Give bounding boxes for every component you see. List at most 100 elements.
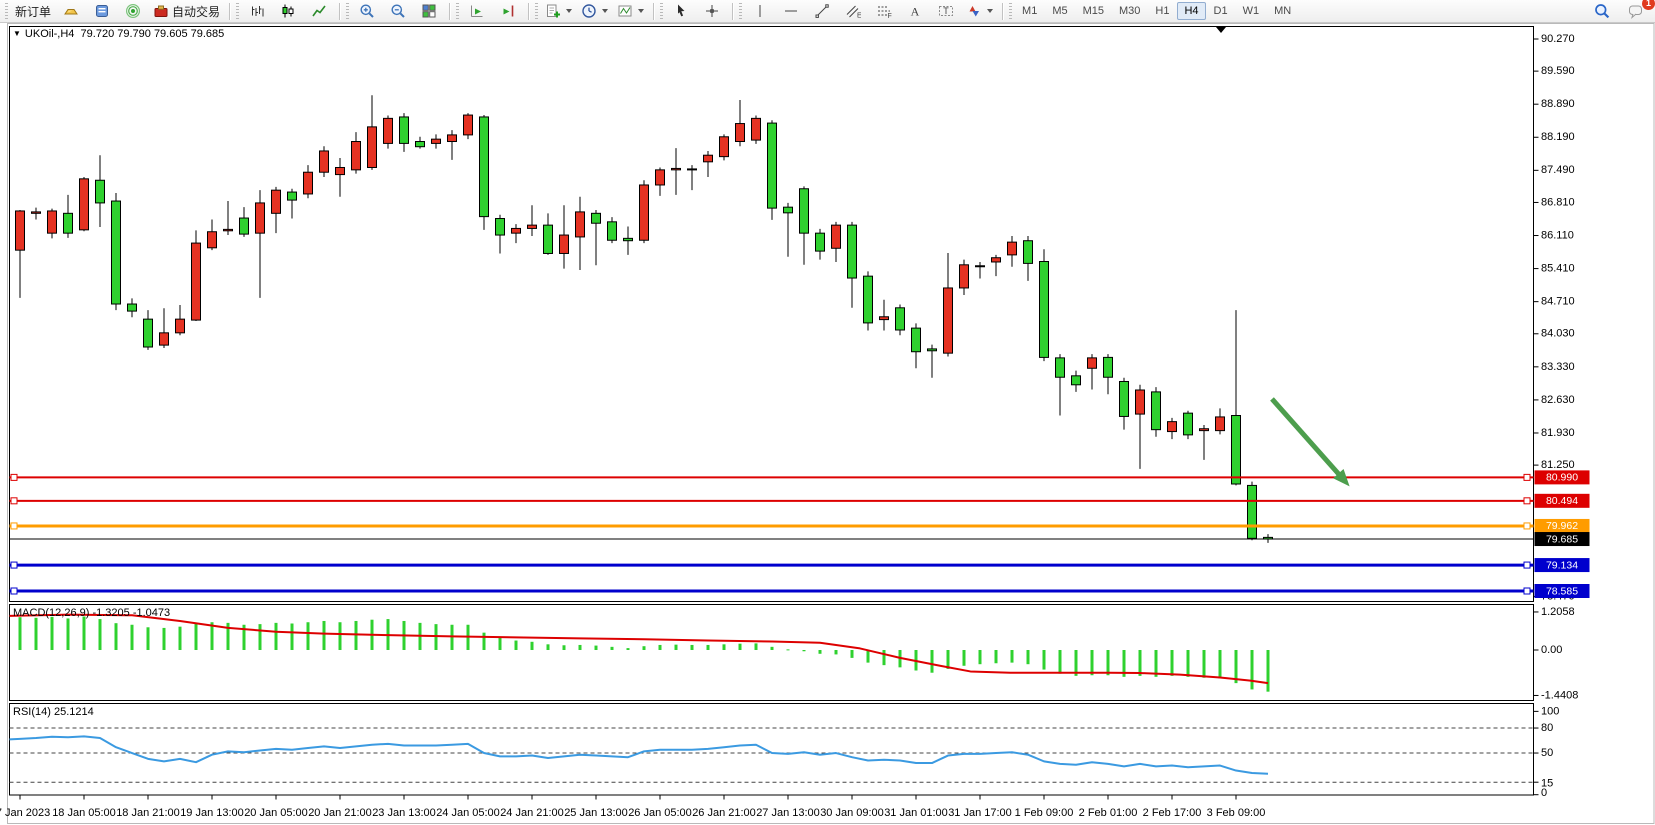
macd-bar xyxy=(1267,650,1270,692)
macd-bar xyxy=(1043,650,1046,670)
macd-bar xyxy=(131,625,134,650)
candle-body xyxy=(272,190,281,213)
candle-body xyxy=(864,276,873,323)
svg-text:79.134: 79.134 xyxy=(1546,559,1578,571)
macd-bar xyxy=(307,622,310,650)
macd-bar xyxy=(339,622,342,650)
hline-handle xyxy=(11,523,17,529)
macd-bar xyxy=(611,647,614,650)
macd-bar xyxy=(787,649,790,650)
macd-bar xyxy=(99,619,102,650)
svg-text:89.590: 89.590 xyxy=(1541,65,1575,77)
hline-handle xyxy=(1524,498,1530,504)
candle-body xyxy=(1088,358,1097,368)
hline-handle xyxy=(1524,562,1530,568)
candle-body xyxy=(432,139,441,143)
svg-text:20 Jan 05:00: 20 Jan 05:00 xyxy=(244,807,308,819)
svg-text:100: 100 xyxy=(1541,705,1559,717)
macd-bar xyxy=(83,617,86,650)
candle-body xyxy=(80,179,89,230)
svg-text:-1.4408: -1.4408 xyxy=(1541,689,1578,701)
candle-body xyxy=(768,123,777,208)
macd-bar xyxy=(835,650,838,654)
macd-bar xyxy=(1027,650,1030,664)
hline-handle xyxy=(1524,523,1530,529)
candle-body xyxy=(1008,242,1017,255)
candle-body xyxy=(624,238,633,240)
candle-body xyxy=(992,258,1001,262)
svg-text:83.330: 83.330 xyxy=(1541,361,1575,373)
candle-body xyxy=(160,333,169,345)
svg-text:80: 80 xyxy=(1541,722,1553,734)
macd-bar xyxy=(1091,650,1094,675)
macd-bar xyxy=(51,617,54,650)
macd-bar xyxy=(931,650,934,673)
svg-text:0: 0 xyxy=(1541,787,1547,799)
candle-body xyxy=(1168,422,1177,432)
svg-text:2 Feb 01:00: 2 Feb 01:00 xyxy=(1079,807,1138,819)
svg-text:26 Jan 21:00: 26 Jan 21:00 xyxy=(692,807,756,819)
candle-body xyxy=(384,118,393,143)
candle-body xyxy=(1184,413,1193,435)
macd-bar xyxy=(1011,650,1014,663)
candle-body xyxy=(1104,357,1113,377)
macd-bar xyxy=(179,627,182,650)
candle-body xyxy=(960,265,969,288)
macd-bar xyxy=(1203,650,1206,678)
svg-text:31 Jan 17:00: 31 Jan 17:00 xyxy=(948,807,1012,819)
macd-bar xyxy=(675,645,678,650)
svg-text:19 Jan 13:00: 19 Jan 13:00 xyxy=(180,807,244,819)
main-chart-panel xyxy=(10,27,1534,602)
macd-bar xyxy=(275,623,278,650)
candle-body xyxy=(784,207,793,213)
candle-body xyxy=(592,213,601,223)
svg-text:88.190: 88.190 xyxy=(1541,131,1575,143)
hline-handle xyxy=(11,588,17,594)
candle-body xyxy=(1216,417,1225,431)
hline-handle xyxy=(11,498,17,504)
svg-text:1.2058: 1.2058 xyxy=(1541,606,1575,618)
macd-bar xyxy=(771,647,774,650)
macd-bar xyxy=(851,650,854,658)
macd-bar xyxy=(563,645,566,650)
candle-body xyxy=(1248,485,1257,538)
svg-text:78.585: 78.585 xyxy=(1546,585,1578,597)
candle-body xyxy=(656,170,665,185)
candle-body xyxy=(64,213,73,233)
candle-body xyxy=(928,349,937,351)
macd-bar xyxy=(499,638,502,650)
candle-body xyxy=(1136,390,1145,414)
macd-bar xyxy=(803,650,806,651)
symbol-collapse-icon[interactable]: ▼ xyxy=(13,29,21,38)
svg-text:2 Feb 17:00: 2 Feb 17:00 xyxy=(1143,807,1202,819)
macd-bar xyxy=(67,618,70,650)
svg-text:84.710: 84.710 xyxy=(1541,296,1575,308)
svg-text:80.494: 80.494 xyxy=(1546,495,1578,507)
macd-bar xyxy=(547,644,550,650)
candle-body xyxy=(336,167,345,174)
candle-body xyxy=(560,235,569,253)
candle-body xyxy=(144,319,153,347)
candle-body xyxy=(176,319,185,333)
svg-text:20 Jan 21:00: 20 Jan 21:00 xyxy=(308,807,372,819)
macd-bar xyxy=(195,623,198,650)
macd-bar xyxy=(1251,650,1254,689)
candle-body xyxy=(352,142,361,170)
candle-body xyxy=(976,266,985,267)
svg-text:25 Jan 13:00: 25 Jan 13:00 xyxy=(564,807,628,819)
svg-text:1 Feb 09:00: 1 Feb 09:00 xyxy=(1015,807,1074,819)
macd-bar xyxy=(1107,650,1110,675)
svg-text:80.990: 80.990 xyxy=(1546,472,1578,484)
hline-handle xyxy=(11,562,17,568)
candle-body xyxy=(736,124,745,142)
candle-body xyxy=(1232,416,1241,484)
candle-body xyxy=(128,304,137,311)
candle-body xyxy=(496,219,505,236)
macd-bar xyxy=(259,624,262,650)
candle-body xyxy=(848,225,857,278)
candle-body xyxy=(816,233,825,251)
hline-handle xyxy=(11,474,17,480)
macd-bar xyxy=(979,650,982,664)
chart-canvas[interactable]: 90.27089.59088.89088.19087.49086.81086.1… xyxy=(0,0,1655,825)
svg-text:27 Jan 13:00: 27 Jan 13:00 xyxy=(756,807,820,819)
